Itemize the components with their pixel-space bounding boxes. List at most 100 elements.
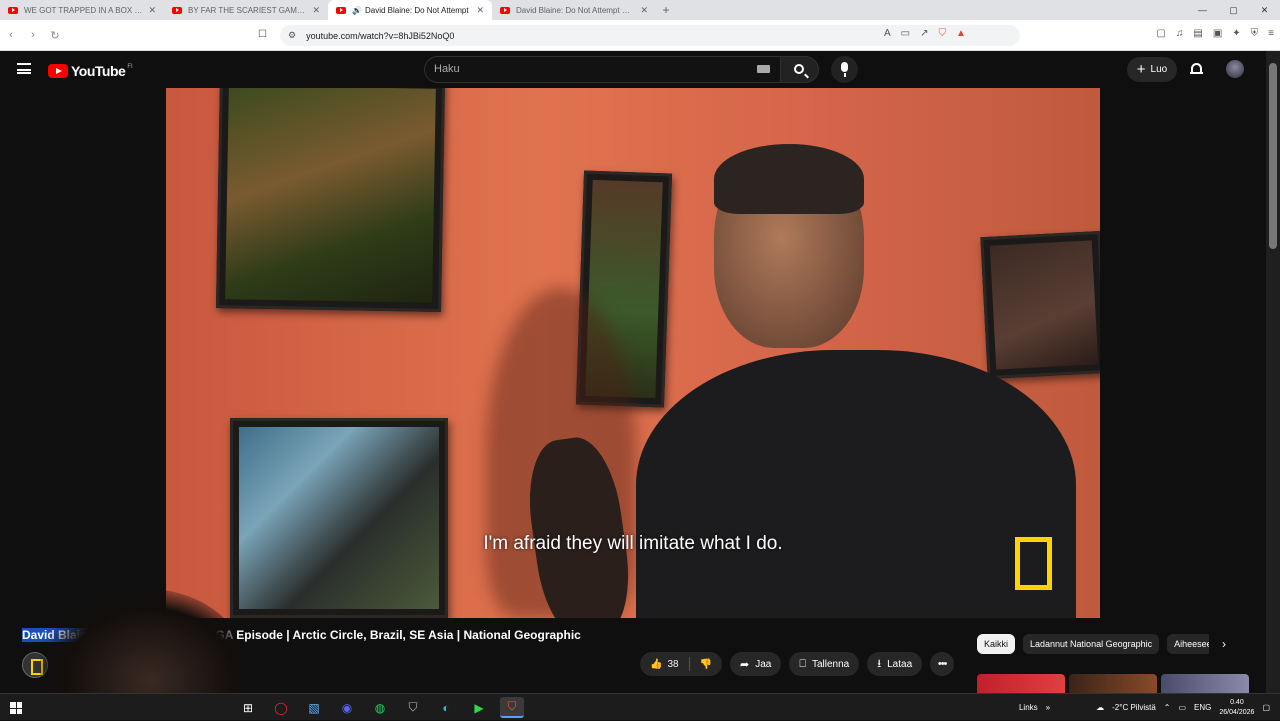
related-thumbnails (977, 674, 1249, 693)
play-app-icon[interactable]: ▶ (467, 697, 491, 718)
new-tab-button[interactable]: + (656, 0, 676, 20)
search-button[interactable] (781, 56, 819, 83)
more-actions-button[interactable]: ••• (930, 652, 955, 676)
forward-icon[interactable]: › (22, 29, 44, 41)
windows-start-icon[interactable] (10, 702, 22, 714)
maximize-button[interactable]: ▢ (1218, 0, 1249, 20)
chevron-double-icon[interactable]: » (1046, 703, 1050, 712)
system-tray: Links » ☁ -2°C Pilvistä ⌃ ▭ ENG 0.40 26/… (1019, 694, 1270, 721)
back-icon[interactable]: ‹ (0, 29, 22, 41)
video-player[interactable]: I'm afraid they will imitate what I do. (166, 88, 1100, 618)
youtube-logo[interactable]: YouTube FI (48, 63, 133, 79)
like-dislike-group: 👍 38 👎 (640, 652, 723, 676)
translate-icon[interactable]: A (884, 28, 891, 39)
notifications-bell-icon[interactable] (1190, 62, 1203, 75)
vpn-icon[interactable]: ⛨ (1251, 28, 1259, 39)
related-video-thumbnail[interactable] (1069, 674, 1157, 693)
browser-tab[interactable]: WE GOT TRAPPED IN A BOX FOR 24 H✕ (0, 0, 164, 20)
url-text: youtube.com/watch?v=8hJBi52NoQ0 (306, 30, 455, 41)
like-button[interactable]: 👍 38 (640, 652, 689, 676)
window-controls: — ▢ ✕ (1187, 0, 1280, 20)
chip-all[interactable]: Kaikki (977, 634, 1016, 654)
chip-channel[interactable]: Ladannut National Geographic (1023, 634, 1160, 654)
minimize-button[interactable]: — (1187, 0, 1218, 20)
brave-browser-icon[interactable]: ⛉ (500, 697, 524, 718)
tab-close-icon[interactable]: ✕ (476, 5, 484, 16)
tab-close-icon[interactable]: ✕ (148, 5, 156, 16)
discord-icon[interactable]: ◉ (335, 697, 359, 718)
language-indicator[interactable]: ENG (1194, 703, 1211, 712)
share-button[interactable]: ➦ Jaa (730, 652, 782, 676)
reload-icon[interactable]: ↻ (44, 29, 66, 42)
close-window-button[interactable]: ✕ (1249, 0, 1280, 20)
brave-shields-icon[interactable]: ⛉ (939, 28, 947, 39)
youtube-favicon-icon (172, 6, 182, 14)
chevron-right-icon[interactable]: › (1222, 637, 1226, 651)
keyboard-icon[interactable] (757, 65, 770, 73)
windows-taskbar: ⊞ ◯ ▧ ◉ ◍ ⛉ ◐ ▶ ⛉ Links » ☁ -2°C Pilvist… (0, 693, 1280, 720)
opera-icon[interactable]: ◯ (269, 697, 293, 718)
search-icon (794, 64, 804, 74)
menu-icon[interactable]: ≡ (1268, 28, 1274, 39)
cast-icon[interactable]: ▭ (901, 28, 910, 39)
tab-close-icon[interactable]: ✕ (312, 5, 320, 16)
toolbar-right: ▢ ♫ ▤ ▣ ✦ ⛨ ≡ (1156, 28, 1274, 39)
youtube-play-icon (48, 64, 68, 78)
tray-chevron-up-icon[interactable]: ⌃ (1164, 703, 1171, 712)
links-toolbar[interactable]: Links (1019, 703, 1038, 712)
share-arrow-icon: ➦ (740, 658, 750, 671)
bookmark-icon[interactable]: ☐ (258, 29, 267, 40)
browser-tab[interactable]: BY FAR THE SCARIEST GAME OF THE✕ (164, 0, 328, 20)
country-code: FI (127, 64, 133, 70)
related-video-thumbnail[interactable] (1161, 674, 1249, 693)
tab-close-icon[interactable]: ✕ (640, 5, 648, 16)
notification-center-icon[interactable]: ▢ (1262, 703, 1270, 712)
wall-painting (980, 230, 1100, 380)
browser-tab[interactable]: David Blaine: Do Not Attempt MEGA ✕ (492, 0, 656, 20)
youtube-favicon-icon (336, 6, 346, 14)
speaker-icon[interactable]: 🔊 (352, 6, 362, 15)
thumbs-down-icon: 👎 (699, 658, 713, 670)
related-video-thumbnail[interactable] (977, 674, 1065, 693)
media-icon[interactable]: ♫ (1176, 28, 1184, 39)
youtube-favicon-icon (8, 6, 18, 14)
wall-painting (215, 88, 446, 312)
youtube-header: YouTube FI Haku + Luo (0, 51, 1266, 88)
task-view-icon[interactable]: ⊞ (236, 697, 260, 718)
weather-text[interactable]: -2°C Pilvistä (1112, 703, 1156, 712)
dislike-button[interactable]: 👎 (690, 652, 722, 676)
download-icon: ⭳ (877, 657, 882, 670)
browser-tab-active[interactable]: 🔊 David Blaine: Do Not Attempt ✕ (328, 0, 492, 20)
scrollbar-thumb[interactable] (1269, 63, 1277, 249)
toolbar-extensions: A ▭ ↗ ⛉ ▲ (884, 28, 966, 39)
photos-app-icon[interactable]: ▧ (302, 697, 326, 718)
create-button[interactable]: + Luo (1127, 57, 1177, 82)
chip-related[interactable]: Aiheeseen liittyvät (1167, 634, 1209, 654)
site-info-icon[interactable]: ⚙ (288, 30, 296, 41)
leo-icon[interactable]: ✦ (1232, 28, 1240, 39)
hamburger-menu-icon[interactable] (17, 63, 31, 74)
share-icon[interactable]: ↗ (920, 28, 928, 39)
avatar[interactable] (1226, 60, 1244, 78)
page-scrollbar[interactable] (1266, 51, 1280, 693)
reader-icon[interactable]: ▤ (1193, 28, 1202, 39)
network-icon[interactable]: ▭ (1178, 703, 1186, 712)
wallet-icon[interactable]: ▣ (1213, 28, 1222, 39)
person-body (636, 350, 1076, 618)
taskbar-apps: ⊞ ◯ ▧ ◉ ◍ ⛉ ◐ ▶ ⛉ (236, 697, 524, 718)
download-button[interactable]: ⭳ Lataa (867, 652, 923, 676)
save-button[interactable]: ⎕ Tallenna (789, 652, 860, 676)
spotify-icon[interactable]: ◍ (368, 697, 392, 718)
video-actions: 👍 38 👎 ➦ Jaa ⎕ Tallenna ⭳ Lataa ••• (640, 652, 955, 676)
shield-app-icon[interactable]: ⛉ (401, 697, 425, 718)
edge-icon[interactable]: ◐ (434, 697, 458, 718)
wall-painting (230, 418, 448, 618)
sidebar-toggle-icon[interactable]: ▢ (1156, 28, 1165, 39)
weather-cloud-icon[interactable]: ☁ (1096, 703, 1104, 712)
plus-icon: + (1136, 61, 1146, 78)
clock[interactable]: 0.40 26/04/2026 (1219, 698, 1254, 718)
brave-rewards-icon[interactable]: ▲ (956, 28, 966, 39)
browser-toolbar: ‹ › ↻ ☐ ⚙ youtube.com/watch?v=8hJBi52NoQ… (0, 20, 1280, 51)
search-input[interactable]: Haku (424, 56, 781, 83)
voice-search-button[interactable] (831, 56, 858, 83)
